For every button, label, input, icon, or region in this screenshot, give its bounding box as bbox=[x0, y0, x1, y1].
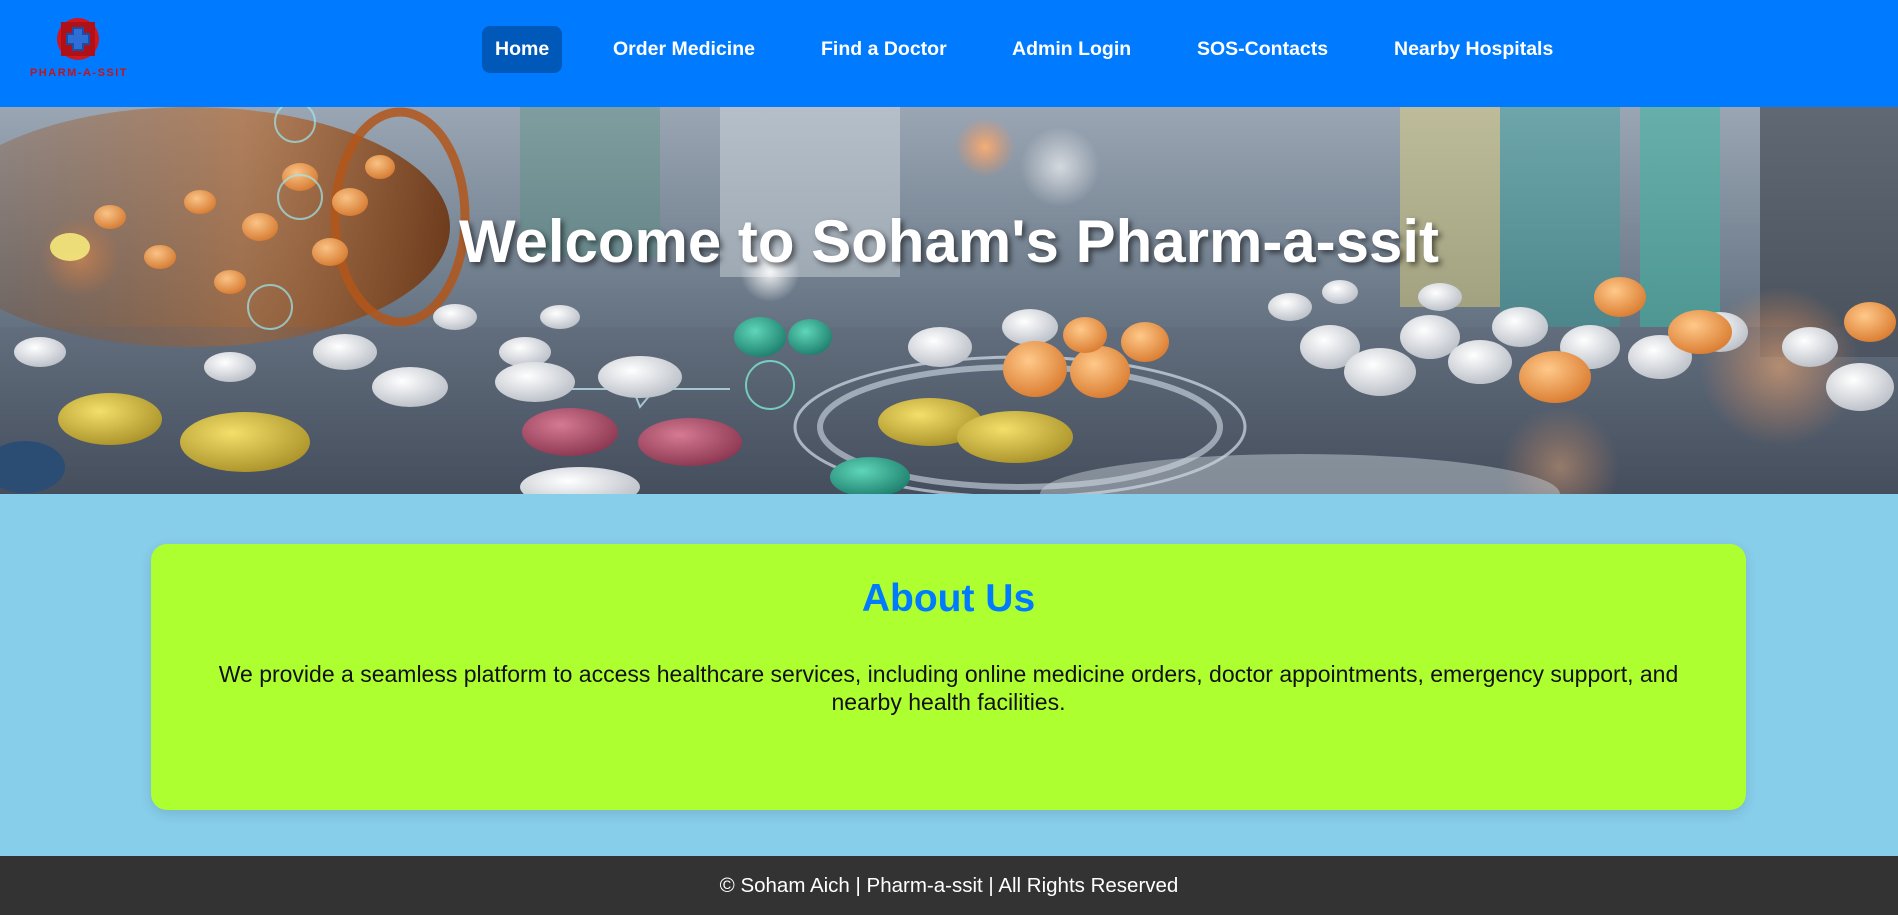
nav-order-medicine[interactable]: Order Medicine bbox=[613, 26, 755, 73]
main-nav: Home Order Medicine Find a Doctor Admin … bbox=[0, 26, 1898, 73]
nav-home[interactable]: Home bbox=[482, 26, 563, 73]
about-heading: About Us bbox=[861, 577, 1036, 620]
nav-find-a-doctor[interactable]: Find a Doctor bbox=[821, 26, 947, 73]
about-us-card: About Us We provide a seamless platform … bbox=[151, 544, 1746, 810]
nav-admin-login[interactable]: Admin Login bbox=[1012, 26, 1131, 73]
nav-sos-contacts[interactable]: SOS-Contacts bbox=[1197, 26, 1328, 73]
site-footer: © Soham Aich | Pharm-a-ssit | All Rights… bbox=[0, 856, 1898, 915]
hero-background-image bbox=[0, 107, 1898, 494]
hero-banner: Welcome to Soham's Pharm-a-ssit bbox=[0, 107, 1898, 494]
site-header: PHARM-A-SSIT Home Order Medicine Find a … bbox=[0, 0, 1898, 107]
footer-text: © Soham Aich | Pharm-a-ssit | All Rights… bbox=[719, 874, 1179, 897]
nav-nearby-hospitals[interactable]: Nearby Hospitals bbox=[1394, 26, 1553, 73]
about-text: We provide a seamless platform to access… bbox=[218, 661, 1679, 715]
hero-title: Welcome to Soham's Pharm-a-ssit bbox=[458, 208, 1440, 275]
